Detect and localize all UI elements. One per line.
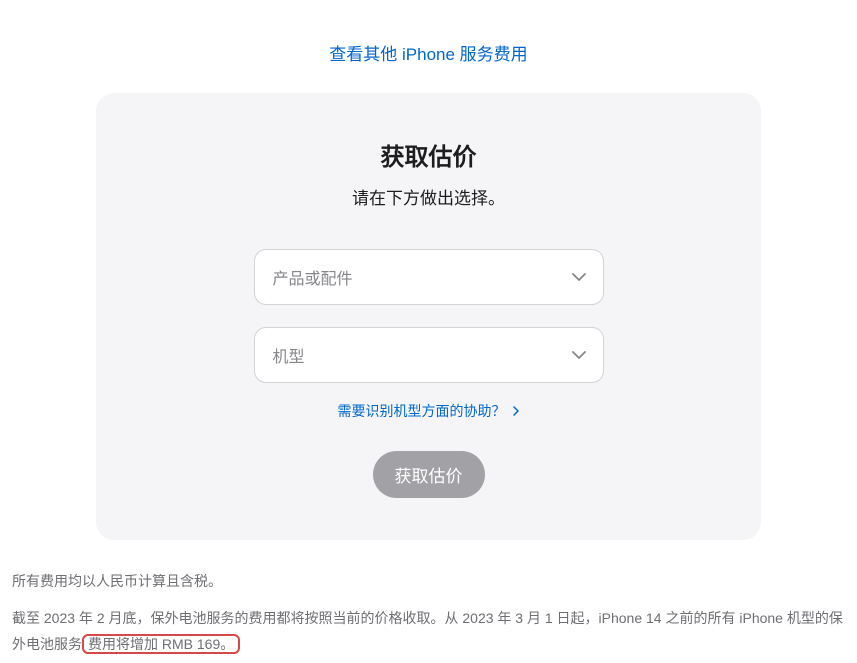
card-subtitle: 请在下方做出选择。: [116, 184, 741, 209]
model-select-placeholder: 机型: [273, 343, 305, 367]
product-select-wrap: 产品或配件: [254, 249, 604, 305]
card-title: 获取估价: [116, 137, 741, 172]
get-estimate-button[interactable]: 获取估价: [373, 451, 485, 498]
product-select[interactable]: 产品或配件: [254, 249, 604, 305]
estimate-card: 获取估价 请在下方做出选择。 产品或配件 机型 需要识别机型方面的协助？ 获取估…: [96, 93, 761, 540]
other-services-link[interactable]: 查看其他 iPhone 服务费用: [329, 45, 527, 64]
help-link-label: 需要识别机型方面的协助？: [338, 403, 506, 419]
model-select[interactable]: 机型: [254, 327, 604, 383]
identify-model-help-link[interactable]: 需要识别机型方面的协助？: [338, 403, 520, 419]
footnotes: 所有费用均以人民币计算且含税。 截至 2023 年 2 月底，保外电池服务的费用…: [0, 540, 857, 658]
model-select-wrap: 机型: [254, 327, 604, 383]
top-link-container: 查看其他 iPhone 服务费用: [0, 0, 857, 93]
product-select-placeholder: 产品或配件: [273, 265, 353, 289]
help-link-container: 需要识别机型方面的协助？: [116, 401, 741, 421]
highlight-annotation: 费用将增加 RMB 169。: [82, 634, 240, 654]
footnote-line-2: 截至 2023 年 2 月底，保外电池服务的费用都将按照当前的价格收取。从 20…: [12, 605, 845, 658]
chevron-right-icon: [513, 403, 519, 419]
footnote-line-1: 所有费用均以人民币计算且含税。: [12, 568, 845, 595]
